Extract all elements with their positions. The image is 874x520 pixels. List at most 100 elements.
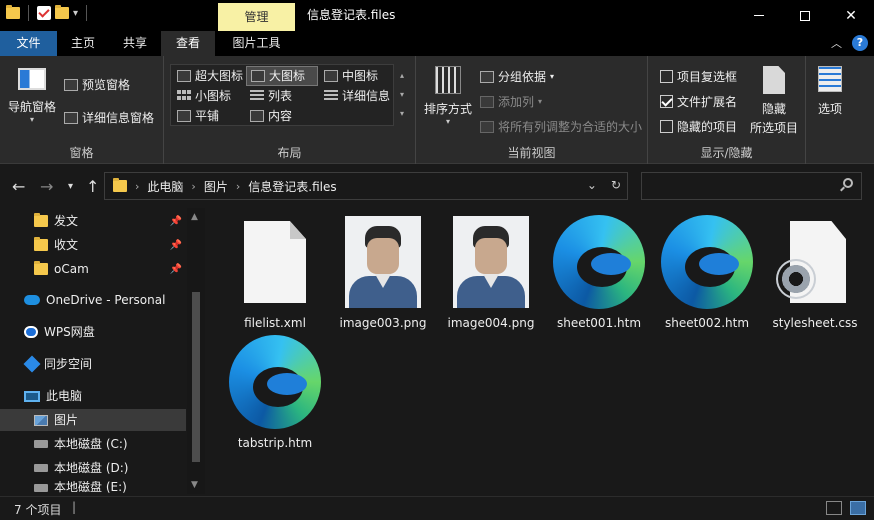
group-label-pane: 窗格: [69, 146, 94, 160]
folder-icon: [113, 178, 127, 192]
nav-item-onedrive[interactable]: OneDrive - Personal: [0, 289, 186, 311]
hidden-items-label: 隐藏的项目: [677, 120, 738, 134]
search-input[interactable]: [641, 172, 862, 200]
details-pane-button[interactable]: 详细信息窗格: [64, 109, 154, 126]
close-button[interactable]: ✕: [828, 0, 874, 31]
file-name: sheet002.htm: [664, 316, 750, 330]
nav-item-label: 同步空间: [44, 357, 93, 371]
group-by-button[interactable]: 分组依据 ▾: [480, 68, 554, 85]
options-button[interactable]: 选项: [810, 66, 850, 132]
sort-by-button[interactable]: 排序方式 ▾: [422, 66, 474, 132]
preview-pane-button[interactable]: 预览窗格: [64, 76, 130, 93]
css-icon: [776, 221, 846, 303]
hidden-items-toggle[interactable]: 隐藏的项目: [660, 118, 737, 135]
file-item[interactable]: sheet002.htm: [654, 212, 760, 334]
checkbox-checked-icon: [660, 95, 673, 108]
close-icon: ✕: [845, 7, 857, 24]
breadcrumb-separator[interactable]: ›: [191, 180, 195, 193]
help-icon[interactable]: ?: [852, 35, 868, 51]
hide-selected-button[interactable]: 隐藏 所选项目: [746, 66, 802, 136]
nav-item-label: WPS网盘: [44, 325, 95, 339]
nav-pane-scrollbar[interactable]: ▲ ▼: [187, 208, 205, 494]
search-icon: [843, 178, 853, 188]
nav-item-sync-space[interactable]: 同步空间: [0, 353, 186, 375]
address-history-icon[interactable]: ⌄: [587, 178, 597, 192]
breadcrumb-pictures[interactable]: 图片: [204, 178, 228, 195]
breadcrumb-current-folder[interactable]: 信息登记表.files: [248, 178, 336, 195]
nav-item-pictures[interactable]: 图片: [0, 409, 186, 431]
item-checkboxes-toggle[interactable]: 项目复选框: [660, 68, 737, 85]
options-label: 选项: [817, 102, 842, 116]
tiles-icon: [177, 110, 191, 122]
minimize-button[interactable]: [736, 0, 782, 31]
refresh-icon[interactable]: ↻: [611, 178, 621, 192]
layout-content[interactable]: 内容: [246, 106, 318, 126]
nav-item-label: 本地磁盘 (E:): [54, 481, 127, 494]
group-by-icon: [480, 70, 494, 83]
file-item[interactable]: image003.png: [330, 212, 436, 334]
tab-view[interactable]: 查看: [161, 31, 215, 56]
file-item[interactable]: image004.png: [438, 212, 544, 334]
nav-pane-button[interactable]: 导航窗格 ▾: [6, 66, 58, 128]
group-label-current-view: 当前视图: [507, 146, 556, 160]
collapse-ribbon-icon[interactable]: ︿: [831, 35, 842, 51]
file-item[interactable]: sheet001.htm: [546, 212, 652, 334]
file-extensions-toggle[interactable]: 文件扩展名: [660, 93, 737, 110]
file-name: image003.png: [339, 316, 427, 330]
layout-gallery-scroll[interactable]: ▴ ▾ ▾: [396, 66, 408, 124]
checkbox-unchecked-icon: [660, 70, 673, 83]
breadcrumb-this-pc[interactable]: 此电脑: [147, 178, 183, 195]
scrollbar-thumb[interactable]: [192, 292, 200, 462]
scroll-up-icon[interactable]: ▲: [191, 212, 198, 222]
large-icons-icon: [251, 70, 265, 82]
layout-item-label: 小图标: [195, 89, 232, 103]
layout-tiles[interactable]: 平铺: [173, 106, 245, 126]
address-bar[interactable]: › 此电脑 › 图片 › 信息登记表.files ⌄ ↻: [104, 172, 628, 200]
customize-toolbar-icon[interactable]: ▾: [73, 8, 78, 19]
tab-share[interactable]: 共享: [109, 31, 161, 56]
context-tab-manage[interactable]: 管理: [218, 3, 295, 31]
recent-locations-icon[interactable]: ▾: [68, 181, 73, 192]
layout-medium-icons[interactable]: 中图标: [320, 66, 392, 86]
ribbon-tab-bar: 文件 主页 共享 查看 图片工具: [0, 31, 874, 153]
layout-details[interactable]: 详细信息: [320, 86, 392, 106]
layout-large-icons[interactable]: 大图标: [246, 66, 318, 86]
nav-pane-icon: [18, 68, 46, 90]
tab-picture-tools[interactable]: 图片工具: [218, 31, 295, 56]
chevron-down-icon: ▾: [538, 97, 543, 106]
fit-columns-icon: [480, 120, 494, 133]
nav-item-ocam[interactable]: oCam 📌: [0, 258, 186, 280]
large-icons-view-icon[interactable]: [850, 501, 866, 515]
properties-icon[interactable]: [37, 6, 51, 20]
file-item[interactable]: tabstrip.htm: [222, 332, 328, 454]
quick-access-toolbar: ▾: [6, 5, 91, 21]
layout-small-icons[interactable]: 小图标: [173, 86, 245, 106]
layout-list[interactable]: 列表: [246, 86, 318, 106]
add-column-button[interactable]: 添加列 ▾: [480, 93, 542, 110]
scroll-down-icon[interactable]: ▼: [191, 480, 198, 490]
file-name: stylesheet.css: [772, 316, 858, 330]
computer-icon: [24, 390, 40, 402]
maximize-button[interactable]: [782, 0, 828, 31]
nav-item-fawen[interactable]: 发文 📌: [0, 210, 186, 232]
nav-item-disk-c[interactable]: 本地磁盘 (C:): [0, 433, 186, 455]
nav-item-shouwen[interactable]: 收文 📌: [0, 234, 186, 256]
edge-icon: [553, 215, 645, 309]
layout-extra-large-icons[interactable]: 超大图标: [173, 66, 245, 86]
folder-icon[interactable]: [6, 5, 20, 19]
nav-item-disk-e[interactable]: 本地磁盘 (E:): [0, 481, 186, 494]
forward-arrow-icon[interactable]: →: [40, 177, 53, 196]
breadcrumb-separator[interactable]: ›: [236, 180, 240, 193]
breadcrumb-separator[interactable]: ›: [135, 180, 139, 193]
details-view-icon[interactable]: [826, 501, 842, 515]
file-item[interactable]: stylesheet.css: [762, 212, 868, 334]
new-folder-icon[interactable]: [55, 5, 69, 19]
nav-item-disk-d[interactable]: 本地磁盘 (D:): [0, 457, 186, 479]
back-arrow-icon[interactable]: ←: [12, 177, 25, 196]
file-item[interactable]: filelist.xml: [222, 212, 328, 334]
nav-item-wps-drive[interactable]: WPS网盘: [0, 321, 186, 343]
up-arrow-icon[interactable]: ↑: [86, 177, 99, 196]
nav-item-this-pc[interactable]: 此电脑: [0, 385, 186, 407]
tab-home[interactable]: 主页: [57, 31, 109, 56]
fit-columns-button[interactable]: 将所有列调整为合适的大小: [480, 118, 642, 135]
